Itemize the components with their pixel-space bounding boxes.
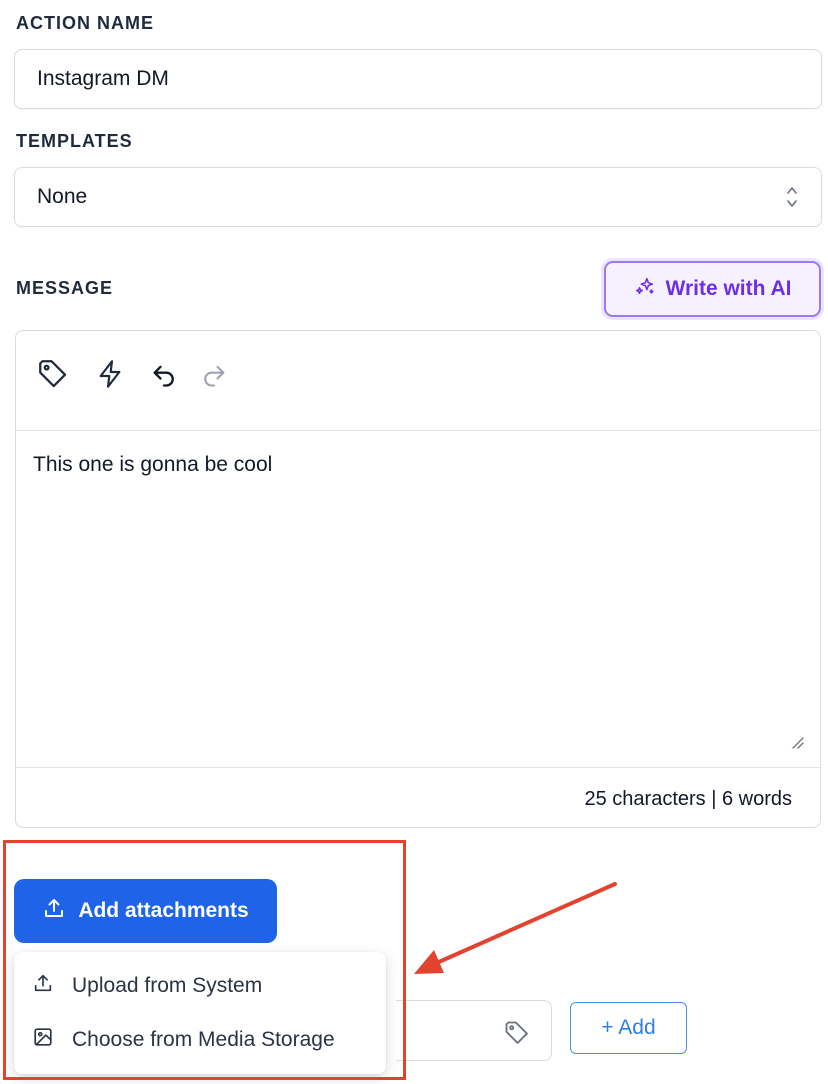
tag-input[interactable]	[396, 1000, 552, 1061]
message-textarea[interactable]: This one is gonna be cool	[33, 453, 272, 477]
annotation-highlight-box	[3, 840, 406, 1080]
editor-footer: 25 characters | 6 words	[16, 767, 820, 829]
action-name-input[interactable]: Instagram DM	[14, 49, 822, 109]
sparkles-icon	[634, 275, 656, 303]
action-name-value: Instagram DM	[37, 67, 169, 90]
write-with-ai-button[interactable]: Write with AI	[604, 261, 821, 317]
character-word-count: 25 characters | 6 words	[584, 788, 792, 810]
editor-toolbar	[16, 331, 820, 431]
templates-selected-value: None	[37, 185, 88, 208]
templates-label: TEMPLATES	[16, 131, 133, 151]
tag-icon[interactable]	[36, 357, 70, 396]
tag-icon[interactable]	[503, 1019, 531, 1052]
message-label: MESSAGE	[16, 278, 114, 298]
redo-icon[interactable]	[200, 361, 228, 394]
annotation-arrow-icon	[400, 870, 630, 985]
message-editor: This one is gonna be cool 25 characters …	[15, 330, 821, 828]
write-with-ai-label: Write with AI	[665, 277, 792, 300]
resize-handle-icon[interactable]	[790, 735, 804, 754]
add-button[interactable]: + Add	[570, 1002, 687, 1054]
lightning-icon[interactable]	[94, 357, 126, 396]
action-name-label: ACTION NAME	[16, 13, 154, 33]
templates-select[interactable]: None	[14, 167, 822, 227]
select-arrows-icon	[785, 184, 799, 216]
undo-icon[interactable]	[150, 361, 178, 394]
